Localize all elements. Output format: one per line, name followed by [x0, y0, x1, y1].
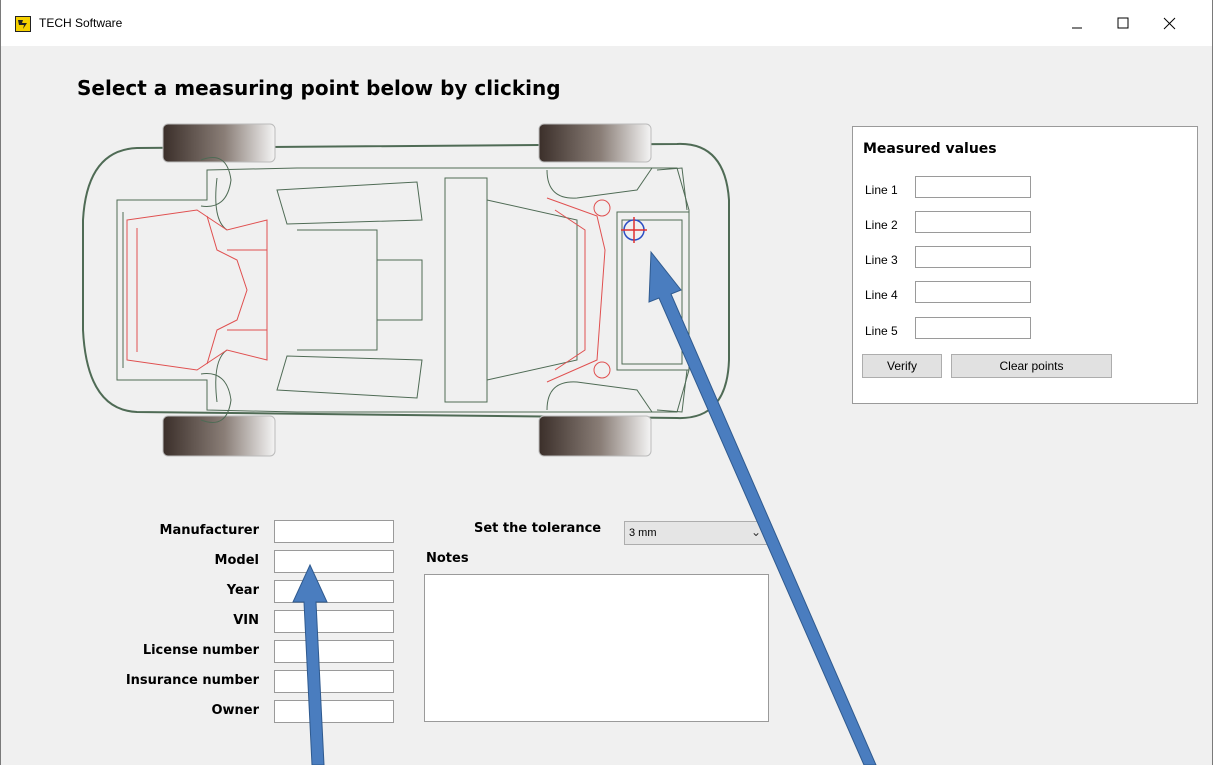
year-input[interactable] — [274, 580, 394, 603]
notes-textarea[interactable] — [424, 574, 769, 722]
line-1-label: Line 1 — [865, 183, 898, 197]
vin-label: VIN — [233, 613, 259, 628]
tolerance-select[interactable]: 3 mm ⌄ — [624, 521, 768, 545]
line-1-input[interactable] — [915, 176, 1031, 198]
insurance-number-input[interactable] — [274, 670, 394, 693]
owner-input[interactable] — [274, 700, 394, 723]
notes-label: Notes — [426, 551, 469, 566]
clear-points-button[interactable]: Clear points — [951, 354, 1112, 378]
manufacturer-label: Manufacturer — [159, 523, 259, 538]
tech-logo-icon — [15, 16, 31, 32]
tire-front-right — [162, 415, 276, 457]
line-5-input[interactable] — [915, 317, 1031, 339]
measured-values-panel: Measured values Line 1 Line 2 Line 3 Lin… — [852, 126, 1198, 404]
maximize-button[interactable] — [1100, 8, 1146, 38]
verify-button[interactable]: Verify — [862, 354, 942, 378]
measured-values-title: Measured values — [863, 141, 997, 157]
tolerance-label: Set the tolerance — [474, 521, 602, 536]
year-label: Year — [226, 583, 259, 598]
line-5-label: Line 5 — [865, 324, 898, 338]
tire-rear-left — [538, 123, 652, 163]
license-number-input[interactable] — [274, 640, 394, 663]
chassis-points — [126, 197, 611, 383]
close-button[interactable] — [1146, 8, 1192, 38]
line-2-input[interactable] — [915, 211, 1031, 233]
manufacturer-input[interactable] — [274, 520, 394, 543]
vin-input[interactable] — [274, 610, 394, 633]
window-title: TECH Software — [39, 16, 123, 30]
chevron-down-icon: ⌄ — [750, 525, 761, 539]
title-bar[interactable]: TECH Software — [1, 0, 1212, 46]
insurance-number-label: Insurance number — [125, 673, 259, 688]
tire-front-left — [162, 123, 276, 163]
line-4-input[interactable] — [915, 281, 1031, 303]
owner-label: Owner — [211, 703, 259, 718]
model-label: Model — [214, 553, 259, 568]
line-3-input[interactable] — [915, 246, 1031, 268]
minimize-button[interactable] — [1054, 8, 1100, 38]
car-chassis-diagram[interactable] — [77, 120, 737, 460]
frame-lines — [116, 157, 690, 423]
page-heading: Select a measuring point below by clicki… — [77, 76, 561, 100]
license-number-label: License number — [142, 643, 259, 658]
line-3-label: Line 3 — [865, 253, 898, 267]
tolerance-value: 3 mm — [629, 527, 657, 539]
line-4-label: Line 4 — [865, 288, 898, 302]
tire-rear-right — [538, 415, 652, 457]
app-window: TECH Software Select a measuring point b… — [0, 0, 1213, 765]
crosshair-icon[interactable] — [621, 217, 647, 243]
model-input[interactable] — [274, 550, 394, 573]
line-2-label: Line 2 — [865, 218, 898, 232]
